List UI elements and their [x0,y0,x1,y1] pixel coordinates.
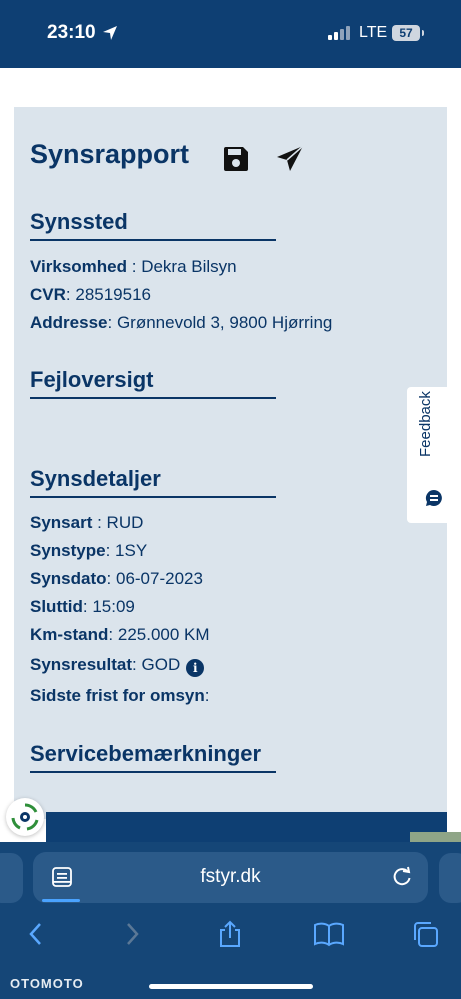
home-indicator[interactable] [149,984,313,989]
detail-separator: : [204,686,210,705]
section-heading-synssted: Synssted [30,209,276,241]
detail-value: 1SY [115,541,148,560]
detail-row-cvr: CVR: 28519516 [30,285,151,305]
recycle-glyph-icon [11,803,39,831]
detail-row-virksomhed: Virksomhed : Dekra Bilsyn [30,257,237,277]
detail-separator: : [106,569,116,588]
detail-row-synsart: Synsart : RUD [30,513,143,533]
network-type: LTE [359,24,388,41]
tabs-icon[interactable] [411,920,441,948]
detail-separator: : [92,513,107,532]
detail-separator: : [105,541,116,560]
status-bar: 23:10 LTE 57 [0,0,461,68]
detail-separator: : [107,313,117,332]
detail-label: Synsresultat [30,655,133,674]
detail-label: CVR [30,285,66,304]
section-heading-fejloversigt: Fejloversigt [30,367,276,399]
detail-label: Km-stand [30,625,109,644]
detail-value: 15:09 [92,597,135,616]
detail-row-synsresultat: Synsresultat: GOD i [30,655,205,677]
detail-value: Grønnevold 3, 9800 Hjørring [116,313,333,332]
watermark: OTOMOTO [10,976,84,991]
report-title: Synsrapport [30,139,190,169]
detail-label: Sluttid [30,597,83,616]
battery-icon: 57 [392,25,420,41]
active-tab-indicator [42,899,80,902]
detail-value: GOD [141,655,181,674]
bookmarks-icon[interactable] [313,920,345,948]
detail-row-km-stand: Km-stand: 225.000 KM [30,625,210,645]
back-icon[interactable] [24,920,48,948]
reload-icon[interactable] [391,866,413,888]
detail-value: 225.000 KM [117,625,210,644]
save-icon[interactable] [222,145,250,173]
cellular-signal-icon [328,26,350,40]
detail-label: Synsdato [30,569,107,588]
detail-row-sidste-frist: Sidste frist for omsyn: [30,686,210,706]
info-icon[interactable]: i [186,659,205,677]
send-icon[interactable] [276,145,304,173]
detail-separator: : [127,257,142,276]
detail-row-addresse: Addresse: Grønnevold 3, 9800 Hjørring [30,313,332,333]
status-time: 23:10 [47,22,96,43]
detail-label: Synstype [30,541,106,560]
forward-icon[interactable] [120,920,144,948]
detail-label: Synsart [30,513,93,532]
detail-label: Sidste frist for omsyn [30,686,205,705]
feedback-label: Feedback [417,391,434,457]
detail-separator: : [65,285,76,304]
detail-separator: : [132,655,142,674]
detail-label: Addresse [30,313,108,332]
detail-value: 28519516 [75,285,151,304]
detail-value: 06-07-2023 [115,569,203,588]
feedback-tab[interactable]: Feedback [407,387,461,523]
detail-row-synstype: Synstype: 1SY [30,541,147,561]
detail-value: RUD [106,513,144,532]
recycle-icon[interactable] [6,798,44,836]
battery-tip [422,30,424,36]
detail-separator: : [108,625,118,644]
detail-row-synsdato: Synsdato: 06-07-2023 [30,569,203,589]
detail-value: Dekra Bilsyn [141,257,237,276]
location-arrow-icon [103,26,117,40]
section-heading-servicebemaerkninger: Servicebemærkninger [30,741,276,773]
detail-separator: : [82,597,93,616]
detail-row-sluttid: Sluttid: 15:09 [30,597,135,617]
section-heading-synsdetaljer: Synsdetaljer [30,466,276,498]
chat-bubble-icon [425,489,442,506]
detail-label: Virksomhed [30,257,128,276]
share-icon[interactable] [217,920,243,948]
